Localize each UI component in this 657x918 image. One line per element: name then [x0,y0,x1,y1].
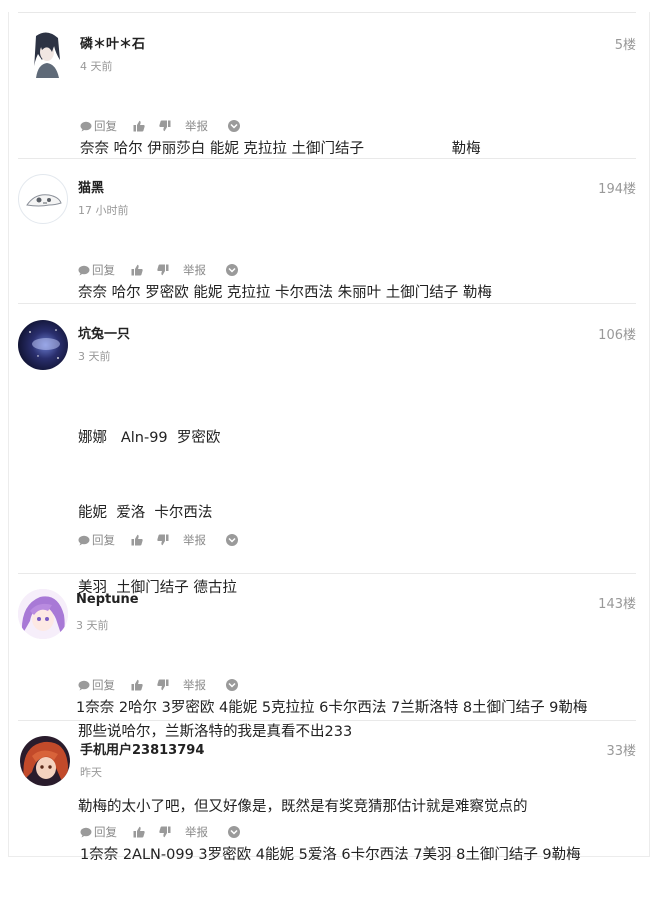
chat-bubble-icon [78,680,90,690]
divider [18,158,636,159]
comment-text: 1奈奈 2ALN-099 3罗密欧 4能妮 5爱洛 6卡尔西法 7美羽 8土御门… [80,793,581,918]
comment-actions: 回复 举报 [80,824,240,840]
timestamp: 昨天 [80,766,102,779]
comment-line: 能妮 爱洛 卡尔西法 [78,505,213,521]
dislike-button[interactable] [157,534,169,546]
avatar[interactable] [18,174,68,224]
comment-actions: 回复 举报 [78,677,238,693]
thumbs-up-icon [131,264,143,276]
username[interactable]: Neptune [76,592,139,607]
chevron-down-icon [228,682,236,688]
username[interactable]: 磷＊叶＊石 [80,33,145,52]
timestamp: 17 小时前 [78,204,129,217]
reply-label: 回复 [94,119,117,133]
dislike-button[interactable] [157,264,169,276]
thumbs-down-icon [159,826,171,838]
chevron-down-icon [230,123,238,129]
timestamp: 3 天前 [76,619,109,632]
comment-actions: 回复 举报 [80,118,240,134]
username[interactable]: 手机用户23813794 [80,739,204,758]
reply-label: 回复 [92,263,115,277]
chat-bubble-icon [78,535,90,545]
divider [18,720,636,721]
like-button[interactable] [133,826,145,838]
comment-line: 娜娜 Aln-99 罗密欧 [78,430,221,446]
avatar[interactable] [18,589,68,639]
comment-item: 坑兔一只 3 天前 106楼 娜娜 Aln-99 罗密欧 能妮 爱洛 卡尔西法 … [8,320,648,815]
reply-label: 回复 [94,825,117,839]
reply-button[interactable]: 回复 [80,118,117,134]
chat-bubble-icon [80,827,92,837]
thumbs-down-icon [157,264,169,276]
more-button[interactable] [228,120,240,132]
report-button[interactable]: 举报 [183,532,206,548]
floor-number: 33楼 [606,744,636,759]
thumbs-up-icon [133,120,145,132]
reply-button[interactable]: 回复 [80,824,117,840]
reply-button[interactable]: 回复 [78,677,115,693]
chevron-down-icon [228,267,236,273]
like-button[interactable] [131,264,143,276]
divider [18,12,636,13]
dislike-button[interactable] [157,679,169,691]
report-button[interactable]: 举报 [183,677,206,693]
avatar[interactable] [28,30,66,80]
username[interactable]: 猫黑 [78,177,104,196]
username[interactable]: 坑兔一只 [78,323,130,342]
like-button[interactable] [133,120,145,132]
chat-bubble-icon [78,265,90,275]
dislike-button[interactable] [159,120,171,132]
comment-item: 猫黑 17 小时前 194楼 奈奈 哈尔 罗密欧 能妮 克拉拉 卡尔西法 朱丽叶… [8,174,648,301]
comment-actions: 回复 举报 [78,532,238,548]
report-button[interactable]: 举报 [185,118,208,134]
more-button[interactable] [226,264,238,276]
timestamp: 3 天前 [78,350,111,363]
like-button[interactable] [131,534,143,546]
report-button[interactable]: 举报 [185,824,208,840]
comment-item: Neptune 3 天前 143楼 1奈奈 2哈尔 3罗密欧 4能妮 5克拉拉 … [8,589,648,716]
comment-item: 手机用户23813794 昨天 33楼 1奈奈 2ALN-099 3罗密欧 4能… [8,736,648,863]
chevron-down-icon [230,829,238,835]
thumbs-down-icon [157,534,169,546]
reply-label: 回复 [92,678,115,692]
like-button[interactable] [131,679,143,691]
reply-button[interactable]: 回复 [78,262,115,278]
floor-number: 194楼 [598,182,636,197]
floor-number: 106楼 [598,328,636,343]
reply-button[interactable]: 回复 [78,532,115,548]
thumbs-up-icon [133,826,145,838]
chat-bubble-icon [80,121,92,131]
thumbs-up-icon [131,534,143,546]
report-button[interactable]: 举报 [183,262,206,278]
thumbs-down-icon [159,120,171,132]
more-button[interactable] [226,679,238,691]
comment-line: 1奈奈 2哈尔 3罗密欧 4能妮 5克拉拉 6卡尔西法 7兰斯洛特 8土御门结子… [76,700,588,716]
more-button[interactable] [228,826,240,838]
more-button[interactable] [226,534,238,546]
floor-number: 143楼 [598,597,636,612]
comment-item: 磷＊叶＊石 4 天前 5楼 奈奈 哈尔 伊丽莎白 能妮 克拉拉 土御门结子 勒梅… [8,30,648,157]
comment-actions: 回复 举报 [78,262,238,278]
floor-number: 5楼 [614,38,636,53]
comment-line: 1奈奈 2ALN-099 3罗密欧 4能妮 5爱洛 6卡尔西法 7美羽 8土御门… [80,847,581,863]
chevron-down-icon [228,537,236,543]
avatar[interactable] [18,320,68,370]
reply-label: 回复 [92,533,115,547]
dislike-button[interactable] [159,826,171,838]
thumbs-up-icon [131,679,143,691]
thumbs-down-icon [157,679,169,691]
timestamp: 4 天前 [80,60,113,73]
divider [18,303,636,304]
avatar[interactable] [20,736,70,786]
divider [18,573,636,574]
